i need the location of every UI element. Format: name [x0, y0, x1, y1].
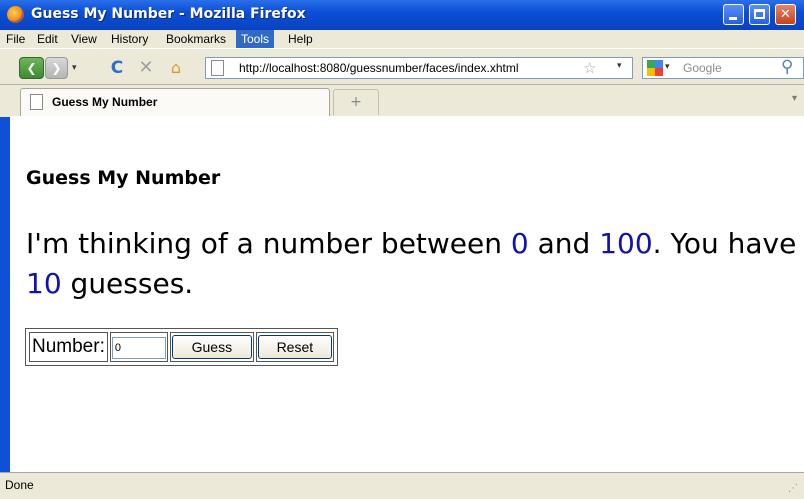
new-tab-icon[interactable]: +: [333, 89, 379, 115]
tab-list-icon[interactable]: ▾: [792, 93, 797, 104]
menu-history[interactable]: History: [111, 32, 148, 46]
tab-guess-my-number[interactable]: Guess My Number: [20, 88, 330, 116]
min-number: 0: [510, 227, 529, 260]
guess-form: Number: Guess Reset: [25, 328, 338, 366]
menu-bar: File Edit View History Bookmarks Tools H…: [0, 30, 804, 48]
page-icon: [30, 94, 43, 110]
reset-button-cell: Reset: [255, 332, 334, 362]
reset-button[interactable]: Reset: [257, 335, 332, 359]
close-icon: ✕: [780, 7, 791, 22]
home-icon[interactable]: ⌂: [165, 57, 187, 79]
maximize-icon: [754, 9, 765, 19]
page-heading: Guess My Number: [26, 167, 221, 189]
address-bar[interactable]: http://localhost:8080/guessnumber/faces/…: [205, 57, 633, 79]
search-engine-icon[interactable]: [647, 60, 663, 76]
menu-tools[interactable]: Tools: [236, 30, 275, 48]
max-number: 100: [599, 227, 653, 260]
menu-view[interactable]: View: [71, 32, 97, 46]
close-button[interactable]: ✕: [775, 4, 796, 25]
intro-text: I'm thinking of a number between 0 and 1…: [26, 224, 804, 304]
number-label-cell: Number:: [29, 332, 108, 362]
window-title: Guess My Number - Mozilla Firefox: [31, 6, 306, 22]
intro-part2: and: [528, 227, 600, 260]
history-dropdown-icon[interactable]: ▾: [72, 57, 82, 79]
menu-bookmarks[interactable]: Bookmarks: [166, 32, 226, 46]
page-icon: [211, 60, 224, 76]
forward-icon: ❯: [51, 61, 62, 75]
menu-help[interactable]: Help: [288, 32, 313, 46]
number-input-cell: [109, 332, 168, 362]
firefox-icon: [7, 6, 24, 23]
title-bar: Guess My Number - Mozilla Firefox ✕: [0, 0, 804, 31]
guess-count: 10: [26, 267, 62, 300]
intro-part1: I'm thinking of a number between: [26, 227, 511, 260]
guess-button[interactable]: Guess: [171, 335, 252, 359]
form-table: Number: Guess Reset: [27, 330, 336, 364]
intro-part3: . You have: [652, 227, 797, 260]
tab-strip: Guess My Number + ▾: [0, 84, 804, 117]
minimize-icon: [729, 17, 737, 20]
maximize-button[interactable]: [749, 4, 770, 25]
search-input[interactable]: Google: [683, 61, 722, 75]
resize-grip-icon[interactable]: ⋰: [788, 483, 798, 494]
number-label: Number:: [32, 336, 105, 357]
bookmark-star-icon[interactable]: ☆: [583, 59, 596, 77]
status-text: Done: [5, 478, 34, 492]
page-content: Guess My Number I'm thinking of a number…: [10, 116, 804, 472]
stop-icon[interactable]: ✕: [135, 57, 157, 79]
intro-part4: guesses.: [61, 267, 194, 300]
forward-button[interactable]: ❯: [45, 57, 68, 79]
guess-button-cell: Guess: [169, 332, 254, 362]
number-input[interactable]: [111, 336, 166, 359]
navigation-toolbar: ❮ ❯ ▾ C ✕ ⌂ http://localhost:8080/guessn…: [0, 48, 804, 85]
menu-edit[interactable]: Edit: [37, 32, 58, 46]
engine-dropdown-icon[interactable]: ▾: [665, 62, 670, 72]
menu-file[interactable]: File: [6, 32, 25, 46]
reload-icon[interactable]: C: [106, 57, 128, 79]
minimize-button[interactable]: [723, 4, 744, 25]
back-button[interactable]: ❮: [19, 57, 44, 79]
url-dropdown-icon[interactable]: ▾: [617, 61, 622, 71]
address-text[interactable]: http://localhost:8080/guessnumber/faces/…: [239, 61, 519, 75]
search-icon[interactable]: ⚲: [781, 57, 793, 77]
back-icon: ❮: [26, 61, 37, 75]
tab-label: Guess My Number: [52, 95, 158, 109]
search-bar[interactable]: ▾ Google ⚲: [642, 57, 804, 79]
status-bar: Done ⋰: [0, 472, 804, 499]
